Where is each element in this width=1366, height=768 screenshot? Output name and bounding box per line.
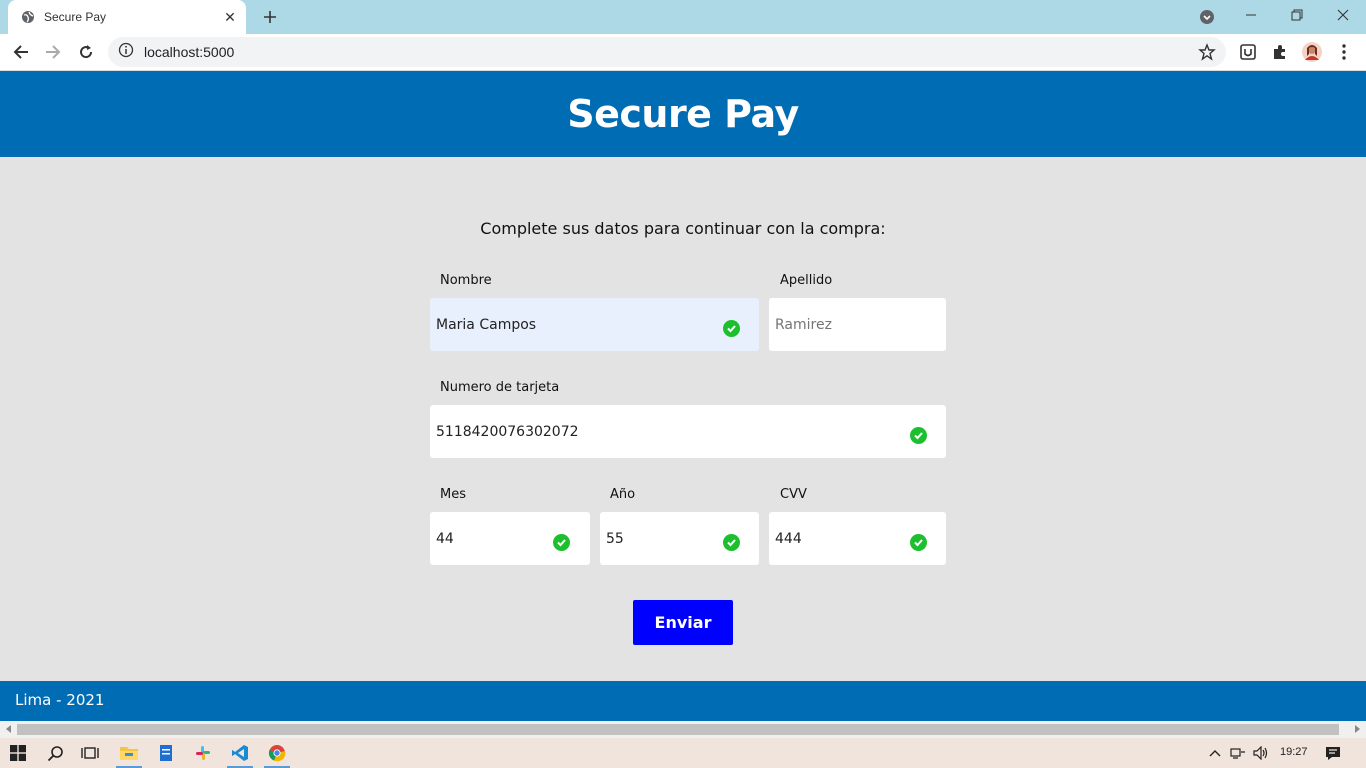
tarjeta-label: Numero de tarjeta <box>440 380 560 395</box>
anio-label: Año <box>610 487 636 502</box>
forward-arrow-icon[interactable] <box>40 39 66 65</box>
mes-label: Mes <box>440 487 466 502</box>
search-icon[interactable] <box>44 742 66 764</box>
valid-check-icon <box>723 534 740 551</box>
restore-icon[interactable] <box>1274 0 1320 30</box>
cvv-label: CVV <box>780 487 807 502</box>
browser-tab-strip: Secure Pay ✕ <box>0 0 1366 34</box>
apellido-input[interactable]: Ramirez <box>769 298 946 351</box>
tab-title: Secure Pay <box>44 10 107 24</box>
show-hidden-icons-chevron-icon[interactable] <box>1204 742 1226 764</box>
minimize-icon[interactable] <box>1228 0 1274 30</box>
apellido-placeholder: Ramirez <box>775 316 832 333</box>
document-app-icon[interactable] <box>155 742 177 764</box>
scroll-left-icon[interactable] <box>6 725 11 733</box>
valid-check-icon <box>910 427 927 444</box>
reload-icon[interactable] <box>73 39 99 65</box>
payment-form: Complete sus datos para continuar con la… <box>0 157 1366 681</box>
scrollbar-thumb[interactable] <box>17 724 1339 735</box>
card-number-input[interactable]: 5118420076302072 <box>430 405 946 458</box>
submit-button[interactable]: Enviar <box>633 600 733 645</box>
menu-kebab-icon[interactable] <box>1334 42 1354 62</box>
globe-icon <box>20 9 36 25</box>
anio-value: 55 <box>606 530 624 547</box>
page-title: Secure Pay <box>567 92 799 136</box>
valid-check-icon <box>553 534 570 551</box>
apellido-label: Apellido <box>780 273 833 288</box>
address-bar[interactable]: localhost:5000 <box>108 37 1226 67</box>
card-number-value: 5118420076302072 <box>436 423 579 440</box>
os-taskbar: 19:27 <box>0 738 1366 768</box>
nombre-input[interactable]: Maria Campos <box>430 298 759 351</box>
extension-shield-icon[interactable] <box>1238 42 1258 62</box>
horizontal-scrollbar[interactable] <box>0 721 1366 738</box>
page-header: Secure Pay <box>0 71 1366 157</box>
notifications-icon[interactable] <box>1322 742 1344 764</box>
mes-value: 44 <box>436 530 454 547</box>
anio-input[interactable]: 55 <box>600 512 759 565</box>
volume-icon[interactable] <box>1250 742 1272 764</box>
back-arrow-icon[interactable] <box>8 39 34 65</box>
form-intro-text: Complete sus datos para continuar con la… <box>480 219 886 238</box>
url-text: localhost:5000 <box>144 44 235 60</box>
cvv-value: 444 <box>775 530 802 547</box>
vscode-icon[interactable] <box>229 742 251 764</box>
close-window-icon[interactable] <box>1320 0 1366 30</box>
file-explorer-icon[interactable] <box>118 742 140 764</box>
extensions-puzzle-icon[interactable] <box>1270 42 1290 62</box>
page-footer: Lima - 2021 <box>0 681 1366 721</box>
tab-search-icon[interactable] <box>1198 8 1216 26</box>
browser-toolbar: localhost:5000 <box>0 34 1366 71</box>
browser-tab[interactable]: Secure Pay ✕ <box>8 0 246 34</box>
slack-icon[interactable] <box>192 742 214 764</box>
taskbar-clock[interactable]: 19:27 <box>1280 746 1308 758</box>
task-view-icon[interactable] <box>79 742 101 764</box>
mes-input[interactable]: 44 <box>430 512 590 565</box>
nombre-label: Nombre <box>440 273 492 288</box>
nombre-value: Maria Campos <box>436 316 537 333</box>
network-icon[interactable] <box>1227 742 1249 764</box>
new-tab-icon[interactable] <box>258 5 282 29</box>
tab-close-icon[interactable]: ✕ <box>218 5 242 29</box>
info-icon[interactable] <box>118 42 134 63</box>
valid-check-icon <box>723 320 740 337</box>
scroll-right-icon[interactable] <box>1355 725 1360 733</box>
profile-avatar-icon[interactable] <box>1302 42 1322 62</box>
cvv-input[interactable]: 444 <box>769 512 946 565</box>
footer-text: Lima - 2021 <box>15 691 105 709</box>
windows-start-icon[interactable] <box>7 742 29 764</box>
valid-check-icon <box>910 534 927 551</box>
bookmark-star-icon[interactable] <box>1198 43 1216 61</box>
chrome-icon[interactable] <box>266 742 288 764</box>
